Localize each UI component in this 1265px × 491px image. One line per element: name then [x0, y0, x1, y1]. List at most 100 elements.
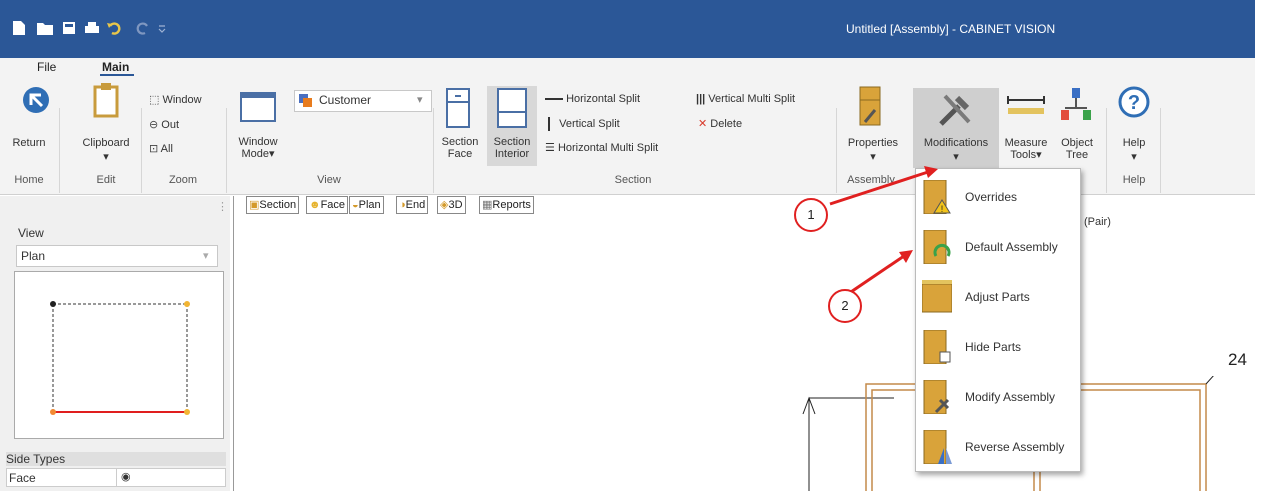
menu-item-label: Default Assembly [965, 240, 1058, 254]
new-file-icon[interactable] [12, 20, 26, 36]
vertical-multi-split-label: Vertical Multi Split [708, 93, 796, 105]
section-face-icon[interactable] [446, 88, 470, 128]
menu-item-reverse-assembly[interactable]: Reverse Assembly [916, 421, 1080, 469]
vertical-split-button[interactable]: Vertical Split [548, 117, 620, 131]
measure-tools-icon[interactable] [1004, 96, 1048, 116]
modifications-label: Modifications [923, 137, 989, 149]
view-label: View [18, 226, 44, 240]
face-tab-icon: ☻ [309, 199, 321, 211]
divider [433, 108, 434, 193]
view-tab-end[interactable]: ◑End [396, 196, 429, 214]
menu-item-label: Modify Assembly [965, 390, 1056, 404]
side-types-header: Side Types [6, 452, 226, 466]
clipboard-icon[interactable] [92, 82, 120, 118]
side-type-face-value[interactable]: ◉ [116, 468, 226, 487]
view-tab-reports[interactable]: ▦Reports [479, 196, 534, 214]
measure-tools-label-2[interactable]: Tools▾ [998, 149, 1054, 162]
view-tab-label: Reports [492, 199, 531, 211]
view-group-label: View [317, 174, 341, 186]
callout-1: 1 [794, 198, 828, 232]
menu-item-hide-parts[interactable]: Hide Parts [916, 321, 1080, 369]
clipboard-button-label[interactable]: Clipboard [74, 137, 138, 150]
return-icon[interactable] [22, 86, 50, 114]
zoom-all-icon: ⊡ [149, 143, 159, 155]
modifications-button[interactable]: Modifications ▾ [913, 88, 999, 168]
divider [1160, 108, 1161, 193]
chevron-down-icon[interactable]: ▾ [74, 151, 138, 164]
plan-preview-drawing [50, 301, 190, 415]
pair-label: (Pair) [1084, 216, 1111, 228]
vertical-multi-split-button[interactable]: ||| Vertical Multi Split [696, 93, 795, 105]
redo-icon[interactable] [136, 20, 150, 36]
menu-item-label: Reverse Assembly [965, 440, 1065, 454]
face-label: Face [9, 471, 36, 485]
delete-button[interactable]: ✕ Delete [698, 117, 742, 130]
help-icon[interactable]: ? [1118, 86, 1150, 118]
section-interior-button[interactable]: Section Interior [487, 86, 537, 166]
view-tab-label: End [405, 199, 426, 211]
zoom-group-label: Zoom [168, 174, 198, 186]
zoom-out-button[interactable]: ⊖ Out [149, 118, 179, 131]
customer-dropdown[interactable]: Customer ▾ [294, 90, 432, 112]
section-interior-label-2: Interior [494, 148, 530, 160]
edit-group-label: Edit [96, 174, 116, 186]
view-select[interactable]: Plan ▾ [16, 245, 218, 267]
window-mode-icon[interactable] [240, 92, 276, 122]
modify-assembly-icon [923, 380, 950, 414]
horizontal-split-label: Horizontal Split [566, 93, 641, 105]
view-tab-label: Face [320, 199, 346, 211]
view-tab-section[interactable]: ▣Section [246, 196, 300, 214]
customer-icon [299, 94, 312, 107]
menu-item-modify-assembly[interactable]: Modify Assembly [916, 371, 1080, 419]
zoom-all-label: All [160, 143, 173, 155]
reverse-assembly-icon [923, 430, 952, 464]
view-tab-label: Plan [358, 199, 381, 211]
callout-2: 2 [828, 289, 862, 323]
radio-selected-icon[interactable]: ◉ [121, 470, 131, 483]
vertical-split-label: Vertical Split [559, 117, 620, 130]
svg-text:?: ? [1128, 92, 1140, 114]
undo-icon[interactable] [107, 20, 121, 36]
drawing-area[interactable]: ▣Section ☻Face ◒Plan ◑End ◈3D ▦Reports (… [233, 196, 1256, 491]
side-type-face-row: Face [6, 468, 118, 487]
object-tree-icon[interactable] [1060, 86, 1092, 128]
zoom-window-label: Window [162, 94, 202, 106]
object-tree-label-2[interactable]: Tree [1054, 149, 1100, 162]
return-button-label[interactable]: Return [6, 137, 52, 150]
divider [226, 108, 227, 193]
active-tab-indicator [100, 74, 134, 76]
view-tab-3d[interactable]: ◈3D [437, 196, 466, 214]
plan-preview[interactable] [14, 271, 224, 439]
chevron-down-icon: ▾ [203, 250, 209, 262]
open-folder-icon[interactable] [36, 20, 54, 36]
view-tab-label: Section [259, 199, 297, 211]
dimension-label: 24 [1228, 350, 1247, 369]
divider [59, 108, 60, 193]
zoom-all-button[interactable]: ⊡ All [149, 142, 173, 155]
end-tab-icon: ◑ [399, 199, 406, 211]
view-tab-plan[interactable]: ◒Plan [349, 196, 384, 214]
zoom-window-icon: ⬚ [149, 94, 160, 106]
view-tab-label: 3D [448, 199, 463, 211]
zoom-out-label: Out [161, 119, 180, 131]
customer-value: Customer [319, 93, 372, 107]
zoom-window-button[interactable]: ⬚ Window [149, 93, 202, 106]
view-tab-face[interactable]: ☻Face [306, 196, 349, 214]
chevron-down-icon[interactable]: ▾ [1112, 151, 1156, 164]
tab-file[interactable]: File [37, 60, 56, 74]
horizontal-multi-split-button[interactable]: ☰ Horizontal Multi Split [545, 141, 658, 154]
help-label[interactable]: Help [1112, 137, 1156, 150]
properties-icon[interactable] [859, 86, 881, 126]
window-mode-label-2[interactable]: Mode▾ [232, 148, 284, 161]
section-group-label: Section [614, 174, 652, 186]
horizontal-split-button[interactable]: Horizontal Split [545, 93, 640, 105]
customize-quick-access-icon[interactable] [157, 20, 167, 36]
panel-grip-icon[interactable]: ⋮ [217, 200, 228, 213]
section-face-label-2[interactable]: Face [440, 148, 480, 161]
save-icon[interactable] [62, 20, 76, 36]
horizontal-split-icon [545, 98, 563, 101]
help-group-label: Help [1122, 174, 1146, 186]
tab-main[interactable]: Main [102, 60, 129, 74]
properties-label[interactable]: Properties [840, 137, 906, 150]
print-icon[interactable] [84, 20, 100, 36]
